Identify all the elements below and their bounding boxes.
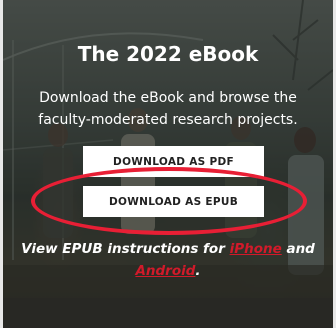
page-title: The 2022 eBook — [77, 42, 259, 66]
instructions-middle: and — [281, 241, 315, 257]
highlight-annotation — [31, 167, 307, 235]
android-link[interactable]: Android — [135, 263, 195, 279]
ebook-banner: The 2022 eBook Download the eBook and br… — [3, 0, 333, 328]
instructions-suffix: . — [195, 263, 201, 279]
instructions-prefix: View EPUB instructions for — [21, 241, 230, 257]
hero-description: Download the eBook and browse the facult… — [38, 90, 298, 128]
bottom-strip — [3, 298, 333, 328]
iphone-link[interactable]: iPhone — [230, 241, 282, 257]
epub-instructions: View EPUB instructions for iPhone and An… — [13, 238, 323, 282]
